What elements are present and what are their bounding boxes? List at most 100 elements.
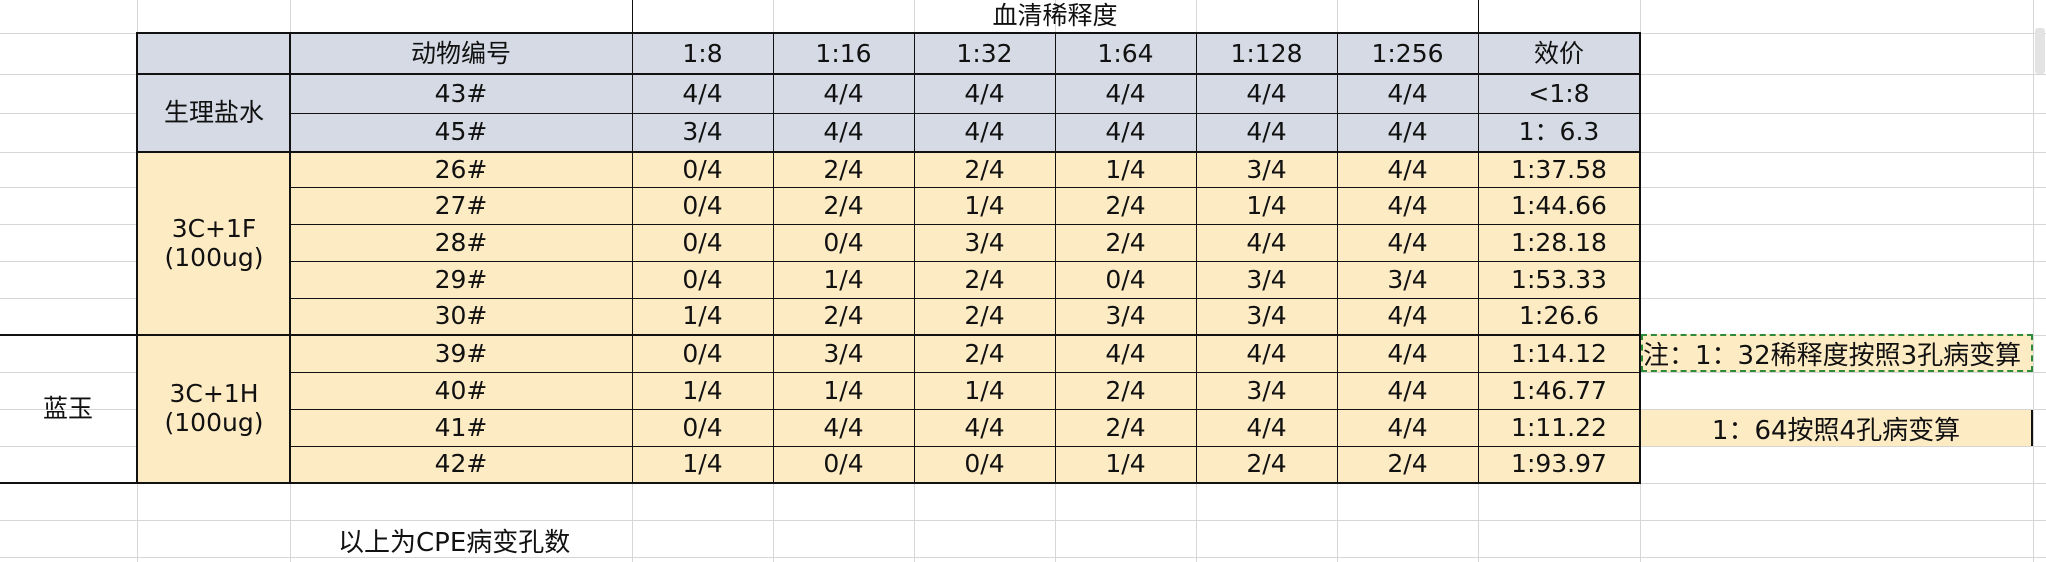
table-cell[interactable]: 4/4 xyxy=(773,114,914,151)
table-cell[interactable]: 1/4 xyxy=(773,373,914,409)
table-cell[interactable]: 28# xyxy=(290,225,632,261)
table-cell[interactable]: 43# xyxy=(290,75,632,113)
table-cell[interactable]: 4/4 xyxy=(773,75,914,113)
spreadsheet-grid[interactable]: 血清稀释度 动物编号 1:8 1:16 1:32 1:64 1:128 1:25… xyxy=(0,0,2046,562)
table-cell[interactable]: 1:93.97 xyxy=(1478,447,1640,482)
table-cell[interactable]: 2/4 xyxy=(914,262,1055,298)
table-cell[interactable]: 4/4 xyxy=(1337,225,1478,261)
table-cell[interactable]: 4/4 xyxy=(1196,410,1337,446)
table-cell[interactable]: 0/4 xyxy=(914,447,1055,482)
table-cell[interactable]: 4/4 xyxy=(1055,336,1196,372)
table-cell[interactable]: 1/4 xyxy=(632,373,773,409)
table-cell[interactable]: 1:14.12 xyxy=(1478,336,1640,372)
table-cell[interactable]: 40# xyxy=(290,373,632,409)
table-cell[interactable]: 0/4 xyxy=(632,410,773,446)
table-cell[interactable]: 2/4 xyxy=(773,188,914,224)
table-cell[interactable]: 1/4 xyxy=(1055,153,1196,187)
table-cell[interactable]: 3/4 xyxy=(773,336,914,372)
table-cell[interactable]: 4/4 xyxy=(1196,114,1337,151)
table-cell[interactable]: 0/4 xyxy=(1055,262,1196,298)
table-cell[interactable]: 3/4 xyxy=(1196,262,1337,298)
table-cell[interactable]: 2/4 xyxy=(1055,373,1196,409)
table-cell[interactable]: 42# xyxy=(290,447,632,482)
table-cell[interactable]: 2/4 xyxy=(1337,447,1478,482)
table-cell[interactable]: 39# xyxy=(290,336,632,372)
table-cell[interactable]: 1:37.58 xyxy=(1478,153,1640,187)
table-cell[interactable]: 4/4 xyxy=(1337,410,1478,446)
header-dilution-1-32[interactable]: 1:32 xyxy=(914,34,1055,74)
table-cell[interactable]: 26# xyxy=(290,153,632,187)
table-cell[interactable]: 4/4 xyxy=(1337,299,1478,334)
table-cell[interactable]: 3/4 xyxy=(914,225,1055,261)
table-cell[interactable]: 0/4 xyxy=(773,447,914,482)
table-cell[interactable]: 1:11.22 xyxy=(1478,410,1640,446)
table-cell[interactable]: 4/4 xyxy=(1055,114,1196,151)
table-cell[interactable]: 3/4 xyxy=(632,114,773,151)
table-cell[interactable]: 3/4 xyxy=(1196,373,1337,409)
group-saline[interactable]: 生理盐水 xyxy=(138,75,290,152)
vertical-scrollbar[interactable] xyxy=(2035,28,2045,74)
table-cell[interactable]: 4/4 xyxy=(914,410,1055,446)
table-cell[interactable]: 3/4 xyxy=(1196,153,1337,187)
table-cell[interactable]: 2/4 xyxy=(914,299,1055,334)
table-cell[interactable]: 4/4 xyxy=(914,114,1055,151)
table-cell[interactable]: 4/4 xyxy=(1337,153,1478,187)
header-titer[interactable]: 效价 xyxy=(1478,34,1640,74)
table-cell[interactable]: 1:28.18 xyxy=(1478,225,1640,261)
table-cell[interactable]: 4/4 xyxy=(1337,373,1478,409)
table-cell[interactable]: 1/4 xyxy=(632,447,773,482)
table-cell[interactable]: 4/4 xyxy=(1055,75,1196,113)
table-cell[interactable]: 2/4 xyxy=(914,153,1055,187)
table-cell[interactable]: 0/4 xyxy=(632,225,773,261)
table-cell[interactable]: 3/4 xyxy=(1196,299,1337,334)
table-cell[interactable]: 2/4 xyxy=(1196,447,1337,482)
table-cell[interactable]: 4/4 xyxy=(1337,75,1478,113)
group-3c1f[interactable]: 3C+1F (100ug) xyxy=(138,153,290,334)
table-cell[interactable]: 2/4 xyxy=(773,299,914,334)
outer-label-lanyu[interactable]: 蓝玉 xyxy=(0,336,136,482)
table-cell[interactable]: 1:46.77 xyxy=(1478,373,1640,409)
table-cell[interactable]: 2/4 xyxy=(914,336,1055,372)
table-cell[interactable]: 4/4 xyxy=(1196,75,1337,113)
table-cell[interactable]: 2/4 xyxy=(1055,188,1196,224)
table-cell[interactable]: 3/4 xyxy=(1337,262,1478,298)
table-cell[interactable]: 4/4 xyxy=(1337,188,1478,224)
header-dilution-1-64[interactable]: 1:64 xyxy=(1055,34,1196,74)
table-cell[interactable]: 1/4 xyxy=(1196,188,1337,224)
table-cell[interactable]: 29# xyxy=(290,262,632,298)
table-cell[interactable]: 1/4 xyxy=(914,373,1055,409)
table-cell[interactable]: 30# xyxy=(290,299,632,334)
table-cell[interactable]: 1:26.6 xyxy=(1478,299,1640,334)
header-dilution-1-128[interactable]: 1:128 xyxy=(1196,34,1337,74)
table-cell[interactable]: 0/4 xyxy=(632,153,773,187)
table-cell[interactable]: 1/4 xyxy=(773,262,914,298)
table-cell[interactable]: 0/4 xyxy=(632,262,773,298)
table-cell[interactable]: 41# xyxy=(290,410,632,446)
note-cell-dilution-1-32[interactable]: 注：1：32稀释度按照3孔病变算 xyxy=(1641,334,2033,372)
dilution-title[interactable]: 血清稀释度 xyxy=(632,0,1478,33)
table-cell[interactable]: 4/4 xyxy=(1196,336,1337,372)
table-cell[interactable]: 0/4 xyxy=(632,336,773,372)
table-cell[interactable]: 1/4 xyxy=(914,188,1055,224)
table-cell[interactable]: 2/4 xyxy=(773,153,914,187)
table-cell[interactable]: 4/4 xyxy=(773,410,914,446)
header-dilution-1-256[interactable]: 1:256 xyxy=(1337,34,1478,74)
table-cell[interactable]: 4/4 xyxy=(632,75,773,113)
table-cell[interactable]: 3/4 xyxy=(1055,299,1196,334)
header-dilution-1-16[interactable]: 1:16 xyxy=(773,34,914,74)
table-cell[interactable]: 1：6.3 xyxy=(1478,114,1640,151)
table-cell[interactable]: 2/4 xyxy=(1055,225,1196,261)
table-cell[interactable]: 1/4 xyxy=(1055,447,1196,482)
note-cell-dilution-1-64[interactable]: 1：64按照4孔病变算 xyxy=(1641,410,2033,446)
table-cell[interactable]: 2/4 xyxy=(1055,410,1196,446)
header-animal-id[interactable]: 动物编号 xyxy=(290,34,632,74)
table-cell[interactable]: 45# xyxy=(290,114,632,151)
table-cell[interactable]: 0/4 xyxy=(632,188,773,224)
table-cell[interactable]: 27# xyxy=(290,188,632,224)
table-cell[interactable]: 1/4 xyxy=(632,299,773,334)
header-dilution-1-8[interactable]: 1:8 xyxy=(632,34,773,74)
table-cell[interactable]: 1:53.33 xyxy=(1478,262,1640,298)
table-cell[interactable]: 4/4 xyxy=(914,75,1055,113)
group-3c1h[interactable]: 3C+1H (100ug) xyxy=(138,336,290,482)
table-cell[interactable]: <1:8 xyxy=(1478,75,1640,113)
